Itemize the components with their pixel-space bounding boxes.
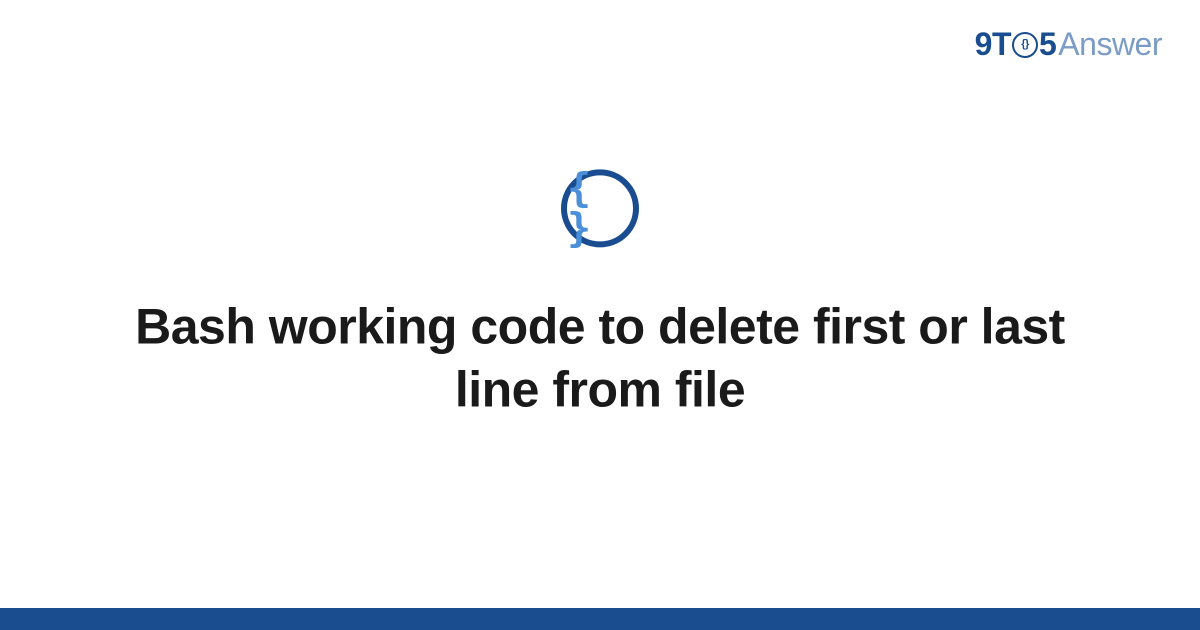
ring-icon bbox=[1012, 32, 1038, 58]
brand-suffix: 5 bbox=[1039, 26, 1056, 63]
main-content: { } Bash working code to delete first or… bbox=[0, 169, 1200, 420]
braces-glyph: { } bbox=[567, 168, 633, 248]
page-title: Bash working code to delete first or las… bbox=[120, 295, 1080, 420]
brand-logo: 9T {} 5 Answer bbox=[975, 26, 1162, 63]
code-braces-icon: { } bbox=[561, 169, 639, 247]
brand-ring-icon: {} bbox=[1012, 32, 1038, 58]
brand-prefix: 9T bbox=[975, 26, 1011, 63]
brand-word: Answer bbox=[1058, 26, 1162, 63]
footer-bar bbox=[0, 608, 1200, 630]
